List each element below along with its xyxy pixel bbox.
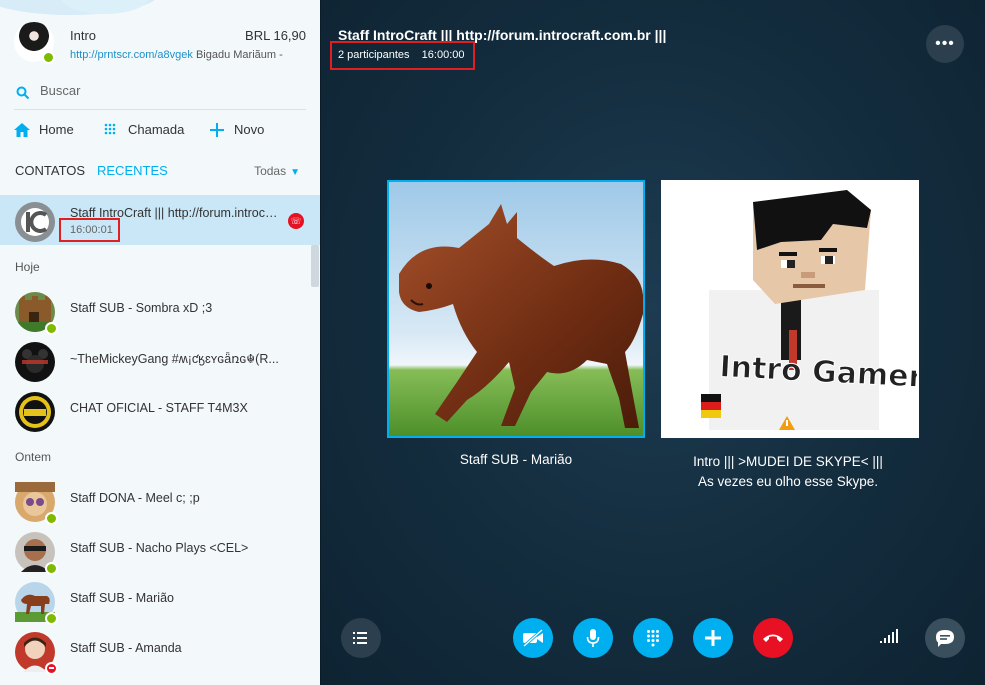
tab-contacts[interactable]: CONTATOS [15,163,85,178]
video-toggle-button[interactable] [513,618,553,658]
end-call-button[interactable] [753,618,793,658]
list-item[interactable]: Staff SUB - Marião [0,575,320,625]
avatar [15,482,58,525]
online-status-icon [45,512,58,525]
list-item[interactable]: Staff SUB - Amanda [0,625,320,675]
hangup-icon [763,634,783,642]
video-off-icon [523,629,543,647]
group-logo-icon [15,202,55,242]
online-status-icon [45,562,58,575]
plus-icon [210,122,224,137]
search-box[interactable]: Buscar [14,80,306,110]
avatar [15,532,58,575]
contact-name: Staff DONA - Meel c; ;p [70,491,200,505]
list-item[interactable]: Staff DONA - Meel c; ;p [0,475,320,525]
chat-button[interactable] [925,618,965,658]
chevron-down-icon: ▼ [290,167,300,178]
list-item-active-call[interactable]: Staff IntroCraft ||| http://forum.introc… [0,195,320,245]
call-label: Chamada [128,122,185,137]
recent-list: Staff IntroCraft ||| http://forum.introc… [0,195,320,675]
mute-button[interactable] [573,618,613,658]
participant-name: Intro ||| >MUDEI DE SKYPE< ||| [693,454,883,469]
mood-text: Bigadu Mariãum - [195,49,283,61]
list-item[interactable]: Staff SUB - Sombra xD ;3 [0,285,320,335]
sidebar: Intro BRL 16,90 http://prntscr.com/a8vge… [0,0,321,685]
section-today: Hoje [15,260,40,274]
list-item[interactable]: ~TheMickeyGang #ʍ¡ƈӄɛʏɢǟռɢ☬(R... [0,335,320,385]
highlight-box [59,218,120,242]
navigation-row: Home Chamada Novo [14,122,306,142]
more-icon: ••• [935,35,955,52]
profile-header[interactable]: Intro BRL 16,90 http://prntscr.com/a8vge… [14,22,306,68]
contacts-tabs: CONTATOS RECENTES Todas ▼ [14,163,306,181]
microphone-icon [586,629,600,647]
online-status-icon [45,322,58,335]
online-status-icon [45,612,58,625]
add-participant-button[interactable] [693,618,733,658]
avatar [15,342,55,382]
contact-name: CHAT OFICIAL - STAFF T4M3X [70,401,248,415]
filter-label: Todas [254,164,287,178]
participant-video-tile[interactable]: Intro GamerHD [661,180,919,438]
signal-strength-icon [880,629,898,643]
dialpad-button[interactable] [633,618,673,658]
contact-name: Staff SUB - Marião [70,591,174,605]
section-yesterday: Ontem [15,450,52,464]
participant-name-block: Intro ||| >MUDEI DE SKYPE< ||| As vezes … [643,452,933,492]
chat-bubble-icon [936,630,954,647]
call-button[interactable]: Chamada [104,122,184,137]
list-item[interactable]: CHAT OFICIAL - STAFF T4M3X [0,385,320,435]
contact-name: Staff SUB - Nacho Plays <CEL> [70,541,249,555]
call-quality-icon[interactable] [880,628,902,649]
group-avatar [15,202,55,242]
avatar [15,582,58,625]
search-label[interactable]: Buscar [40,83,80,98]
plus-icon [705,630,721,646]
mood-message: http://prntscr.com/a8vgek Bigadu Mariãum… [70,49,283,61]
call-view: Staff IntroCraft ||| http://forum.introc… [321,0,985,685]
search-icon [16,86,30,100]
home-button[interactable]: Home [14,122,74,137]
profile-name: Intro [70,28,97,43]
avatar [15,632,58,675]
new-button[interactable]: Novo [210,122,264,137]
horse-image-icon [399,204,643,428]
t4m3x-logo-icon [15,392,55,432]
filter-dropdown[interactable]: Todas ▼ [254,164,300,178]
tab-recent[interactable]: RECENTES [97,163,168,178]
participant-mood: As vezes eu olho esse Skype. [697,474,879,489]
contact-name: ~TheMickeyGang #ʍ¡ƈӄɛʏɢǟռɢ☬(R... [70,352,279,366]
online-status-icon [42,51,55,64]
participant-name: Staff SUB - Marião [459,452,573,467]
hangup-icon[interactable]: ☏ [288,213,304,229]
list-item[interactable]: Staff SUB - Nacho Plays <CEL> [0,525,320,575]
contact-name: Staff SUB - Amanda [70,641,182,655]
contact-name: Staff SUB - Sombra xD ;3 [70,301,213,315]
dialpad-icon [647,630,659,647]
avatar [15,292,58,335]
highlight-box [330,41,475,70]
home-label: Home [39,122,74,137]
avatar [15,392,55,432]
mood-link[interactable]: http://prntscr.com/a8vgek [70,49,193,61]
minecraft-avatar-image-icon: Intro GamerHD [661,180,917,436]
new-label: Novo [234,122,265,137]
participant-video-tile[interactable] [387,180,645,438]
dialpad-icon [104,123,116,134]
credit-balance[interactable]: BRL 16,90 [245,28,306,43]
more-options-button[interactable]: ••• [926,25,964,63]
home-icon [14,122,30,137]
list-icon [353,632,367,644]
do-not-disturb-status-icon [45,662,58,675]
mickey-gang-avatar-icon [15,342,55,382]
show-contacts-button[interactable] [341,618,381,658]
